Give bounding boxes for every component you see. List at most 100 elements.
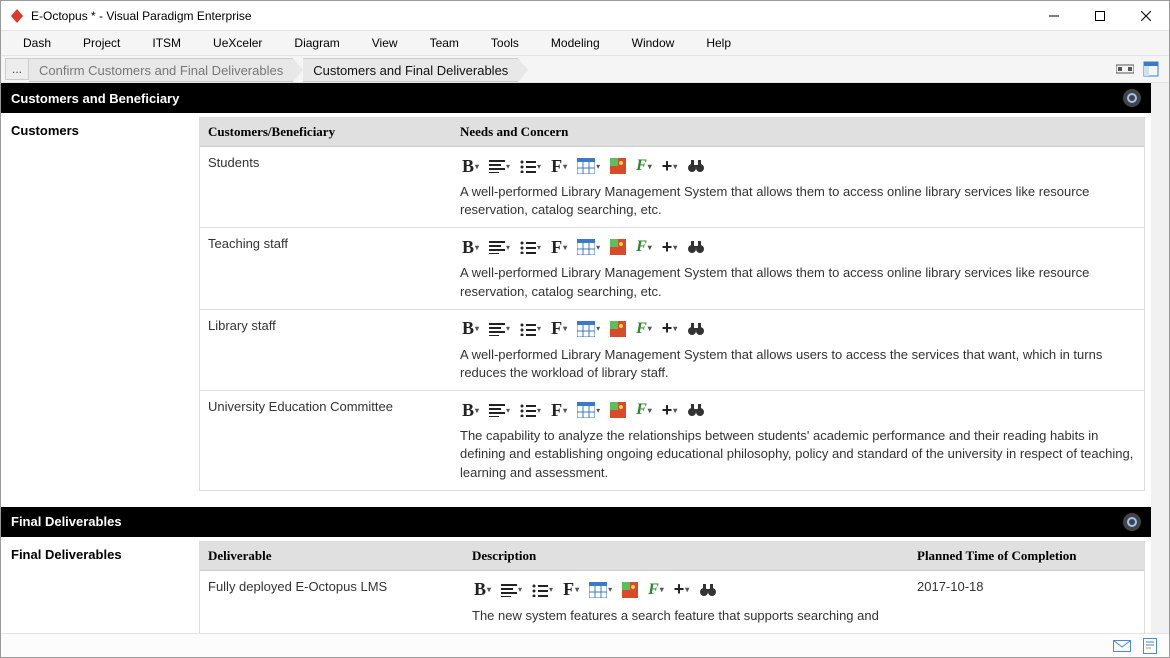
menu-itsm[interactable]: ITSM xyxy=(138,33,195,53)
table-row[interactable]: University Education Committee B▾ ▾ ▾ F▾… xyxy=(200,391,1144,490)
needs-text[interactable]: A well-performed Library Management Syst… xyxy=(460,183,1136,219)
table-row[interactable]: Fully deployed E-Octopus LMS B▾ ▾ ▾ F▾ ▾… xyxy=(200,570,1144,633)
font-color-icon[interactable]: F▾ xyxy=(634,237,654,257)
menu-diagram[interactable]: Diagram xyxy=(280,33,353,53)
customer-name-cell[interactable]: Students xyxy=(200,147,452,228)
bold-dropdown-icon[interactable]: B▾ xyxy=(460,400,481,420)
find-icon[interactable] xyxy=(697,580,719,600)
find-icon[interactable] xyxy=(685,400,707,420)
find-icon[interactable] xyxy=(685,237,707,257)
image-icon[interactable] xyxy=(608,319,628,339)
font-color-icon[interactable]: F▾ xyxy=(646,580,666,600)
section-title: Customers and Beneficiary xyxy=(11,91,179,106)
needs-text[interactable]: A well-performed Library Management Syst… xyxy=(460,346,1136,382)
add-icon[interactable]: +▾ xyxy=(660,400,680,420)
font-dropdown-icon[interactable]: F▾ xyxy=(549,319,569,339)
image-icon[interactable] xyxy=(608,237,628,257)
needs-text[interactable]: The capability to analyze the relationsh… xyxy=(460,427,1136,482)
menu-modeling[interactable]: Modeling xyxy=(537,33,614,53)
menu-uexceler[interactable]: UeXceler xyxy=(199,33,276,53)
list-dropdown-icon[interactable]: ▾ xyxy=(518,319,543,339)
table-row[interactable]: Students B▾ ▾ ▾ F▾ ▾ F▾ +▾ A well-perfor… xyxy=(200,147,1144,228)
breadcrumb-item-1[interactable]: Customers and Final Deliverables xyxy=(303,58,528,82)
font-dropdown-icon[interactable]: F▾ xyxy=(549,156,569,176)
menu-dash[interactable]: Dash xyxy=(9,33,65,53)
menu-view[interactable]: View xyxy=(358,33,412,53)
needs-text[interactable]: A well-performed Library Management Syst… xyxy=(460,264,1136,300)
image-icon[interactable] xyxy=(608,156,628,176)
image-icon[interactable] xyxy=(620,580,640,600)
mail-icon[interactable] xyxy=(1113,638,1131,654)
breadcrumb-bar: ... Confirm Customers and Final Delivera… xyxy=(1,55,1169,83)
menu-tools[interactable]: Tools xyxy=(477,33,533,53)
status-bar xyxy=(1,633,1169,657)
description-text[interactable]: The new system features a search feature… xyxy=(472,607,901,625)
menu-window[interactable]: Window xyxy=(618,33,689,53)
minimize-button[interactable] xyxy=(1031,1,1077,30)
find-icon[interactable] xyxy=(685,156,707,176)
font-dropdown-icon[interactable]: F▾ xyxy=(549,237,569,257)
customer-needs-cell[interactable]: B▾ ▾ ▾ F▾ ▾ F▾ +▾ The capability to anal… xyxy=(452,391,1144,490)
font-color-icon[interactable]: F▾ xyxy=(634,156,654,176)
table-icon[interactable]: ▾ xyxy=(575,319,602,339)
find-icon[interactable] xyxy=(685,319,707,339)
font-dropdown-icon[interactable]: F▾ xyxy=(549,400,569,420)
align-dropdown-icon[interactable]: ▾ xyxy=(487,156,512,176)
breadcrumb-root[interactable]: ... xyxy=(5,58,29,80)
table-icon[interactable]: ▾ xyxy=(587,580,614,600)
maximize-button[interactable] xyxy=(1077,1,1123,30)
customer-needs-cell[interactable]: B▾ ▾ ▾ F▾ ▾ F▾ +▾ A well-performed Libra… xyxy=(452,147,1144,228)
font-color-icon[interactable]: F▾ xyxy=(634,319,654,339)
add-icon[interactable]: +▾ xyxy=(660,319,680,339)
breadcrumb-tools xyxy=(1115,56,1169,82)
add-icon[interactable]: +▾ xyxy=(672,580,692,600)
close-button[interactable] xyxy=(1123,1,1169,30)
list-dropdown-icon[interactable]: ▾ xyxy=(518,400,543,420)
content-area: Customers and Beneficiary Customers Cust… xyxy=(1,83,1169,633)
bold-dropdown-icon[interactable]: B▾ xyxy=(460,237,481,257)
table-row[interactable]: Teaching staff B▾ ▾ ▾ F▾ ▾ F▾ +▾ A well-… xyxy=(200,228,1144,309)
table-row[interactable]: Library staff B▾ ▾ ▾ F▾ ▾ F▾ +▾ A well-p… xyxy=(200,309,1144,390)
breadcrumb-item-0[interactable]: Confirm Customers and Final Deliverables xyxy=(29,58,303,82)
panel-toggle-icon[interactable] xyxy=(1141,59,1161,79)
list-dropdown-icon[interactable]: ▾ xyxy=(518,156,543,176)
align-dropdown-icon[interactable]: ▾ xyxy=(487,319,512,339)
deliverable-name-cell[interactable]: Fully deployed E-Octopus LMS xyxy=(200,570,464,633)
layout-icon[interactable] xyxy=(1115,59,1135,79)
font-color-icon[interactable]: F▾ xyxy=(634,400,654,420)
window-title: E-Octopus * - Visual Paradigm Enterprise xyxy=(31,9,252,23)
customer-needs-cell[interactable]: B▾ ▾ ▾ F▾ ▾ F▾ +▾ A well-performed Libra… xyxy=(452,228,1144,309)
menu-help[interactable]: Help xyxy=(692,33,745,53)
pin-icon[interactable] xyxy=(1123,513,1141,531)
customer-name-cell[interactable]: Teaching staff xyxy=(200,228,452,309)
align-dropdown-icon[interactable]: ▾ xyxy=(487,400,512,420)
align-dropdown-icon[interactable]: ▾ xyxy=(499,580,524,600)
add-icon[interactable]: +▾ xyxy=(660,156,680,176)
pin-icon[interactable] xyxy=(1123,89,1141,107)
font-dropdown-icon[interactable]: F▾ xyxy=(561,580,581,600)
deliverable-date-cell[interactable]: 2017-10-18 xyxy=(909,570,1144,633)
col-header-needs: Needs and Concern xyxy=(452,118,1144,147)
table-icon[interactable]: ▾ xyxy=(575,237,602,257)
table-icon[interactable]: ▾ xyxy=(575,156,602,176)
note-icon[interactable] xyxy=(1141,638,1159,654)
bold-dropdown-icon[interactable]: B▾ xyxy=(472,580,493,600)
list-dropdown-icon[interactable]: ▾ xyxy=(518,237,543,257)
table-icon[interactable]: ▾ xyxy=(575,400,602,420)
bold-dropdown-icon[interactable]: B▾ xyxy=(460,319,481,339)
rich-text-toolbar: B▾ ▾ ▾ F▾ ▾ F▾ +▾ xyxy=(460,236,1136,258)
bold-dropdown-icon[interactable]: B▾ xyxy=(460,156,481,176)
customer-name-cell[interactable]: University Education Committee xyxy=(200,391,452,490)
rich-text-toolbar: B▾ ▾ ▾ F▾ ▾ F▾ +▾ xyxy=(460,155,1136,177)
customer-needs-cell[interactable]: B▾ ▾ ▾ F▾ ▾ F▾ +▾ A well-performed Libra… xyxy=(452,309,1144,390)
customers-table: Customers/Beneficiary Needs and Concern … xyxy=(200,118,1144,490)
deliverable-desc-cell[interactable]: B▾ ▾ ▾ F▾ ▾ F▾ +▾ The new system feature… xyxy=(464,570,909,633)
align-dropdown-icon[interactable]: ▾ xyxy=(487,237,512,257)
customer-name-cell[interactable]: Library staff xyxy=(200,309,452,390)
menu-team[interactable]: Team xyxy=(416,33,473,53)
list-dropdown-icon[interactable]: ▾ xyxy=(530,580,555,600)
image-icon[interactable] xyxy=(608,400,628,420)
menu-project[interactable]: Project xyxy=(69,33,134,53)
col-header-customer: Customers/Beneficiary xyxy=(200,118,452,147)
add-icon[interactable]: +▾ xyxy=(660,237,680,257)
